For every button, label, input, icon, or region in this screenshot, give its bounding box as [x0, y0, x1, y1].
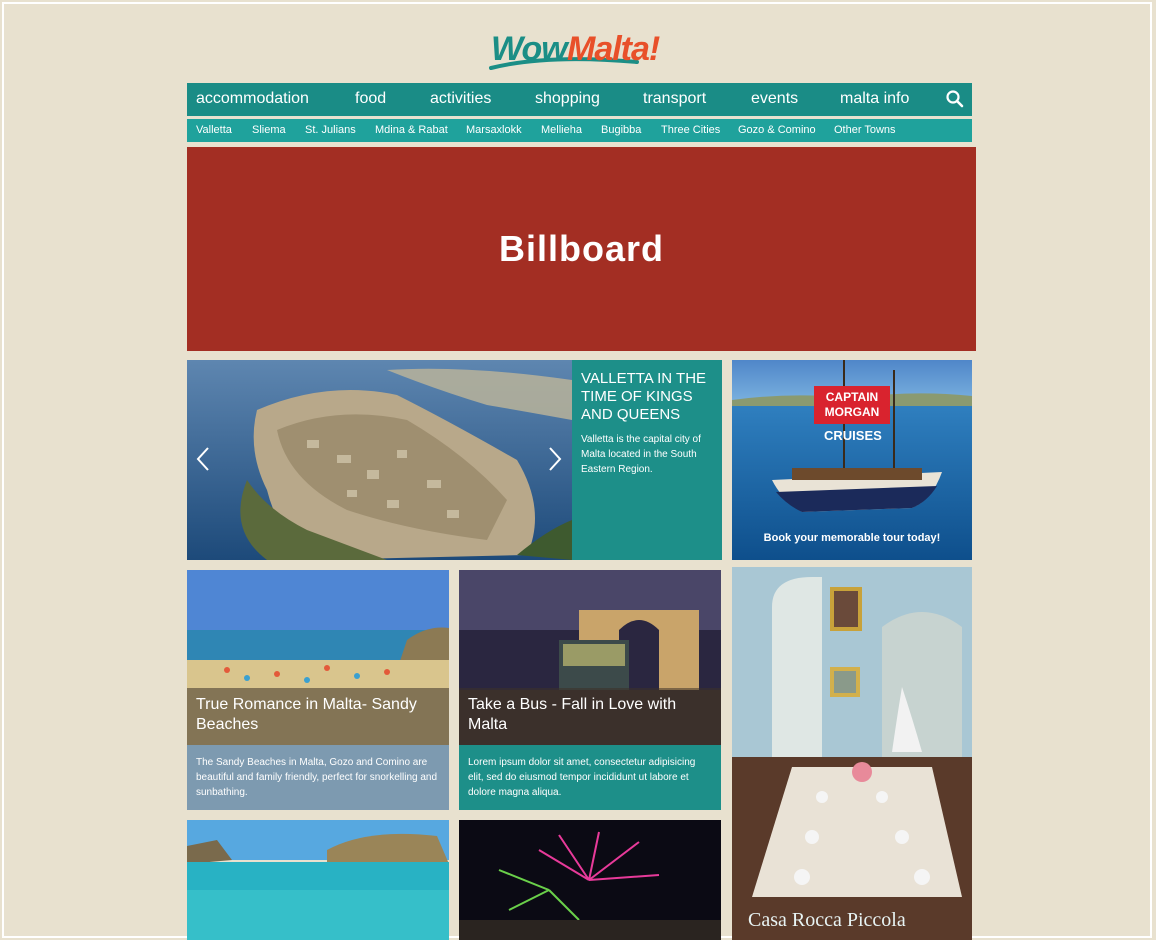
valletta-aerial-image [187, 360, 572, 560]
billboard-ad[interactable]: Billboard [187, 147, 976, 351]
article-card-bus[interactable]: Take a Bus - Fall in Love with Malta Lor… [459, 570, 721, 810]
article-card-lagoon[interactable] [187, 820, 449, 940]
nav-item-events[interactable]: events [751, 90, 798, 108]
ad-cruises-text: CRUISES [824, 428, 882, 443]
chevron-right-icon [549, 447, 562, 471]
card-description: Lorem ipsum dolor sit amet, consectetur … [459, 745, 721, 810]
subnav-item-valletta[interactable]: Valletta [196, 124, 232, 136]
captain-morgan-logo: CAPTAIN MORGAN [814, 386, 890, 424]
hero-description: Valletta is the capital city of Malta lo… [581, 434, 701, 475]
subnav-item-three-cities[interactable]: Three Cities [661, 124, 720, 136]
nav-item-transport[interactable]: transport [643, 90, 706, 108]
card-description: The Sandy Beaches in Malta, Gozo and Com… [187, 745, 449, 810]
dining-room-image [732, 567, 972, 940]
search-icon[interactable] [945, 89, 965, 109]
subnav-item-gozo-comino[interactable]: Gozo & Comino [738, 124, 816, 136]
subnav-item-mellieha[interactable]: Mellieha [541, 124, 582, 136]
nav-item-food[interactable]: food [355, 90, 386, 108]
billboard-label: Billboard [498, 228, 664, 269]
fireworks-image [459, 820, 721, 940]
ad-cta-text: Book your memorable tour today! [763, 532, 941, 544]
subnav-item-sliema[interactable]: Sliema [252, 124, 286, 136]
nav-item-activities[interactable]: activities [430, 90, 491, 108]
logo-wow-text: Wow [491, 30, 568, 68]
nav-item-accommodation[interactable]: accommodation [196, 90, 309, 108]
nav-item-malta-info[interactable]: malta info [840, 90, 909, 108]
subnav-item-mdina-rabat[interactable]: Mdina & Rabat [375, 124, 448, 136]
slider-next-arrow[interactable] [547, 446, 563, 476]
card-title[interactable]: True Romance in Malta- Sandy Beaches [187, 688, 449, 745]
subnav-item-marsaxlokk[interactable]: Marsaxlokk [466, 124, 522, 136]
logo-malta-text: Malta! [567, 30, 660, 68]
location-navigation: Valletta Sliema St. Julians Mdina & Raba… [187, 119, 972, 142]
article-card-fireworks[interactable] [459, 820, 721, 940]
subnav-item-bugibba[interactable]: Bugibba [601, 124, 641, 136]
site-logo[interactable]: Wow Malta! [487, 24, 677, 74]
subnav-item-other-towns[interactable]: Other Towns [834, 124, 896, 136]
main-navigation: accommodation food activities shopping t… [187, 83, 972, 116]
subnav-item-st-julians[interactable]: St. Julians [305, 124, 356, 136]
article-card-casa-rocca[interactable]: Casa Rocca Piccola [732, 567, 972, 940]
hero-slide-text[interactable]: VALLETTA IN THE TIME OF KINGS AND QUEENS… [572, 360, 722, 560]
article-card-beaches[interactable]: True Romance in Malta- Sandy Beaches The… [187, 570, 449, 810]
chevron-left-icon [196, 447, 209, 471]
slider-prev-arrow[interactable] [195, 446, 211, 476]
hero-title[interactable]: VALLETTA IN THE TIME OF KINGS AND QUEENS [581, 370, 713, 424]
lagoon-image [187, 820, 449, 940]
nav-item-shopping[interactable]: shopping [535, 90, 600, 108]
captain-morgan-ad[interactable]: CAPTAIN MORGAN CRUISES Book your memorab… [732, 360, 972, 560]
tall-card-caption[interactable]: Casa Rocca Piccola [748, 909, 906, 932]
card-title[interactable]: Take a Bus - Fall in Love with Malta [459, 688, 721, 745]
hero-slide-image[interactable] [187, 360, 572, 560]
